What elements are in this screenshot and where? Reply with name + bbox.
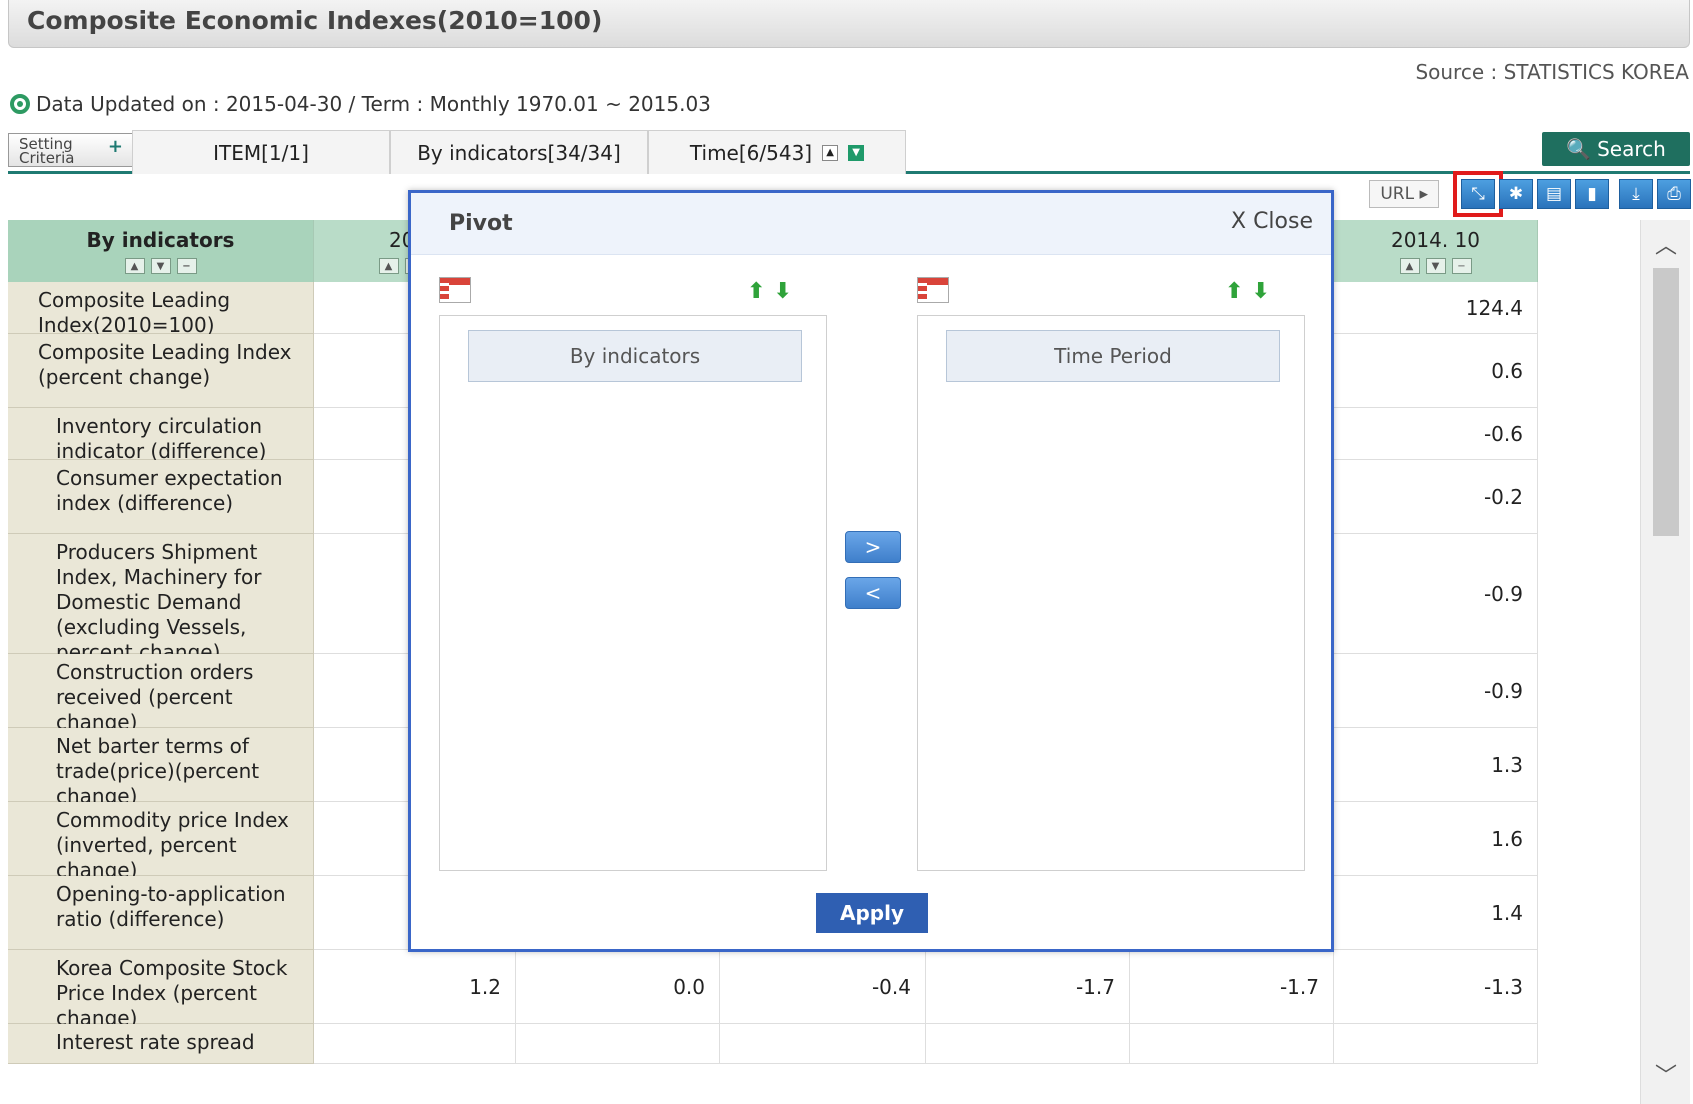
table-cell: -1.7: [1130, 950, 1334, 1024]
sort-up-icon[interactable]: ▲: [378, 258, 399, 274]
table-cell: -0.2: [1334, 460, 1538, 534]
document-icon[interactable]: ▤: [1537, 179, 1571, 209]
row-header: Korea Composite Stock Price Index (perce…: [8, 950, 314, 1030]
page-title: Composite Economic Indexes(2010=100): [27, 6, 603, 35]
row-axis-panel[interactable]: By indicators: [439, 315, 827, 871]
tab-item[interactable]: ITEM[1/1]: [132, 130, 390, 174]
search-label: Search: [1597, 137, 1666, 161]
info-circle-icon: [10, 94, 30, 114]
row-axis-icon: [439, 277, 471, 303]
collapse-icon[interactable]: −: [176, 258, 197, 274]
row-header: Composite Leading Index (percent change): [8, 334, 314, 408]
table-cell: [314, 1024, 516, 1064]
sort-up-icon[interactable]: ▲: [1399, 258, 1420, 274]
pivot-icon[interactable]: ⤡: [1453, 171, 1503, 217]
tab-time-label: Time[6/543]: [689, 140, 813, 165]
row-header-label: By indicators: [86, 228, 235, 252]
print-icon[interactable]: ⎙: [1657, 179, 1691, 209]
table-cell: -0.6: [1334, 408, 1538, 460]
arrow-up-icon[interactable]: ⬆: [1225, 279, 1243, 304]
table-cell: -1.3: [1334, 950, 1538, 1024]
chevron-up-icon[interactable]: ︿: [1655, 228, 1677, 260]
table-cell: -0.4: [720, 950, 926, 1024]
row-header: Composite Leading Index(2010=100): [8, 282, 314, 337]
title-bar: Composite Economic Indexes(2010=100): [8, 0, 1690, 48]
row-header: Producers Shipment Index, Machinery for …: [8, 534, 314, 664]
table-cell: 124.4: [1334, 282, 1538, 334]
tab-by-indicators[interactable]: By indicators[34/34]: [390, 130, 648, 174]
table-cell: 1.3: [1334, 728, 1538, 802]
apply-button[interactable]: Apply: [816, 893, 928, 933]
arrow-down-icon[interactable]: ⬇: [1251, 279, 1269, 304]
tab-by-indicators-label: By indicators[34/34]: [417, 140, 621, 165]
pivot-dialog-header: Pivot X Close: [411, 193, 1331, 255]
data-updated-info: Data Updated on : 2015-04-30 / Term : Mo…: [10, 92, 711, 116]
data-updated-text: Data Updated on : 2015-04-30 / Term : Mo…: [36, 92, 711, 116]
toolbar: URL ▸ ⤡ ✱ ▤ ▮ ⤓ ⎙: [1369, 171, 1691, 217]
download-icon[interactable]: ⤓: [1619, 179, 1653, 209]
collapse-icon[interactable]: ▲: [822, 144, 839, 161]
table-cell: [720, 1024, 926, 1064]
row-header: Inventory circulation indicator (differe…: [8, 408, 314, 463]
sort-up-icon[interactable]: ▲: [124, 258, 145, 274]
table-cell: 0.0: [516, 950, 720, 1024]
table-cell: [1334, 1024, 1538, 1064]
move-left-button[interactable]: <: [845, 577, 901, 609]
arrow-down-icon[interactable]: ⬇: [773, 279, 791, 304]
tab-time[interactable]: Time[6/543] ▲ ▼: [648, 130, 906, 174]
by-indicators-chip[interactable]: By indicators: [468, 330, 802, 382]
gear-icon[interactable]: ✱: [1499, 179, 1533, 209]
table-cell: [926, 1024, 1130, 1064]
table-cell: -0.9: [1334, 534, 1538, 654]
search-icon: 🔍: [1566, 137, 1592, 161]
source-label: Source : STATISTICS KOREA: [1415, 60, 1689, 84]
tabs-row: Setting Criteria + ITEM[1/1] By indicato…: [8, 130, 1690, 174]
table-cell: -0.9: [1334, 654, 1538, 728]
plus-icon: +: [107, 136, 123, 157]
tab-item-label: ITEM[1/1]: [213, 140, 309, 165]
arrow-up-icon[interactable]: ⬆: [747, 279, 765, 304]
row-header-title: By indicators ▲ ▼ −: [8, 220, 314, 282]
table-cell: 0.6: [1334, 334, 1538, 408]
table-cell: 1.2: [314, 950, 516, 1024]
table-cell: 1.6: [1334, 802, 1538, 876]
url-button[interactable]: URL ▸: [1369, 180, 1439, 208]
table-cell: [1130, 1024, 1334, 1064]
time-period-chip[interactable]: Time Period: [946, 330, 1280, 382]
table-cell: 1.4: [1334, 876, 1538, 950]
move-right-button[interactable]: >: [845, 531, 901, 563]
row-header: Interest rate spread: [8, 1024, 314, 1064]
pivot-title: Pivot: [449, 211, 513, 236]
row-header: Opening-to-application ratio (difference…: [8, 876, 314, 950]
table-cell: [516, 1024, 720, 1064]
sort-down-icon[interactable]: ▼: [150, 258, 171, 274]
row-header: Consumer expectation index (difference): [8, 460, 314, 534]
table-cell: -1.7: [926, 950, 1130, 1024]
column-axis-panel[interactable]: Time Period: [917, 315, 1305, 871]
expand-icon[interactable]: ▼: [848, 144, 865, 161]
scrollbar-thumb[interactable]: [1653, 268, 1679, 536]
setting-criteria-button[interactable]: Setting Criteria +: [8, 133, 136, 167]
row-header: Commodity price Index (inverted, percent…: [8, 802, 314, 882]
chevron-down-icon[interactable]: ﹀: [1655, 1058, 1677, 1090]
row-header: Net barter terms of trade(price)(percent…: [8, 728, 314, 808]
search-button[interactable]: 🔍 Search: [1542, 132, 1690, 166]
pivot-dialog: Pivot X Close ⬆ ⬇ By indicators > < ⬆ ⬇ …: [408, 190, 1334, 952]
bar-chart-icon[interactable]: ▮: [1575, 179, 1609, 209]
row-header: Construction orders received (percent ch…: [8, 654, 314, 734]
close-button[interactable]: X Close: [1231, 209, 1313, 234]
sort-down-icon[interactable]: ▼: [1425, 258, 1446, 274]
column-header-label: 2014. 10: [1390, 228, 1481, 252]
left-panel-reorder: ⬆ ⬇: [747, 279, 792, 304]
vertical-scrollbar[interactable]: ︿ ﹀: [1640, 220, 1690, 1104]
right-panel-reorder: ⬆ ⬇: [1225, 279, 1270, 304]
collapse-icon[interactable]: −: [1451, 258, 1472, 274]
column-header: 2014. 10 ▲ ▼ −: [1334, 220, 1538, 282]
column-axis-icon: [917, 277, 949, 303]
